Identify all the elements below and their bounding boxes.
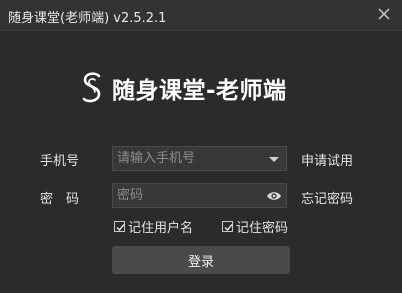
password-label: 密 码: [40, 192, 80, 207]
phone-field[interactable]: [112, 146, 287, 171]
forgot-password-link[interactable]: 忘记密码: [301, 188, 353, 207]
password-input[interactable]: [113, 184, 257, 207]
checkbox-checked-icon[interactable]: [222, 221, 233, 232]
apply-trial-link[interactable]: 申请试用: [301, 150, 353, 169]
title-bar: 随身课堂(老师端) v2.5.2.1: [0, 0, 402, 31]
remember-username-label: 记住用户名: [128, 221, 194, 236]
remember-password-checkbox[interactable]: 记住密码: [222, 217, 288, 236]
close-icon[interactable]: [376, 6, 392, 22]
logo-s-icon: [80, 71, 104, 105]
login-button[interactable]: 登录: [112, 246, 290, 274]
app-logo: 随身课堂-老师端: [80, 70, 287, 106]
app-name: 随身课堂-老师端: [112, 78, 287, 104]
phone-label: 手机号: [40, 154, 80, 169]
phone-input[interactable]: [113, 147, 257, 170]
remember-password-label: 记住密码: [236, 221, 289, 236]
eye-icon[interactable]: [266, 188, 282, 204]
remember-username-checkbox[interactable]: 记住用户名: [114, 217, 193, 236]
password-field[interactable]: [112, 183, 287, 208]
checkbox-checked-icon[interactable]: [114, 221, 125, 232]
chevron-down-icon[interactable]: [266, 151, 282, 167]
window-title: 随身课堂(老师端) v2.5.2.1: [8, 11, 167, 26]
